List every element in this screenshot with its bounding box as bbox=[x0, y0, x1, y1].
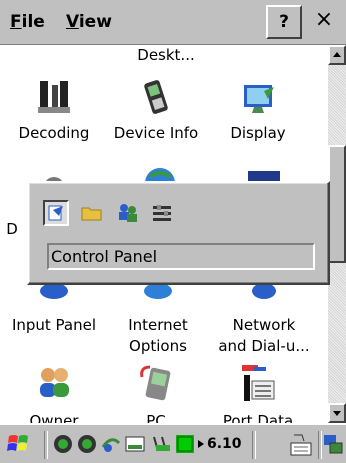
settings-tool[interactable] bbox=[149, 200, 175, 226]
file-menu[interactable]: File bbox=[6, 10, 49, 34]
owner-item[interactable]: Owner bbox=[0, 363, 108, 423]
menu-bar: File View ? × bbox=[0, 0, 346, 45]
decoding-item[interactable]: Decoding bbox=[0, 69, 108, 149]
view-menu-label: iew bbox=[78, 12, 112, 32]
item-label: Internet bbox=[128, 316, 188, 334]
device-info-item[interactable]: Device Info bbox=[102, 69, 210, 149]
input-method-icon[interactable] bbox=[288, 431, 314, 457]
help-button[interactable]: ? bbox=[266, 5, 302, 39]
arrow-down-icon bbox=[333, 411, 341, 416]
port-data-icon bbox=[242, 365, 275, 401]
item-label-line2: and Dial-u... bbox=[218, 337, 310, 355]
item-label: PC bbox=[146, 412, 166, 423]
scroll-thumb[interactable] bbox=[328, 145, 346, 263]
clock[interactable]: 6.10 bbox=[207, 433, 242, 455]
control-panel-icon bbox=[48, 205, 63, 221]
taskbar: 6.10 bbox=[0, 423, 346, 463]
input-panel-icon bbox=[40, 285, 68, 299]
network-status-icon-2[interactable] bbox=[76, 433, 98, 455]
users-tool[interactable] bbox=[115, 200, 141, 226]
start-icon[interactable] bbox=[6, 431, 32, 457]
scroll-down-button[interactable] bbox=[328, 403, 346, 423]
item-label: Deskt... bbox=[137, 46, 195, 64]
triangle-icon bbox=[198, 440, 204, 448]
pc-icon bbox=[140, 365, 171, 401]
taskbar-divider bbox=[252, 431, 256, 459]
desktop-switch-icon[interactable] bbox=[322, 433, 344, 455]
item-label: Input Panel bbox=[11, 316, 97, 334]
navigation-popup: Control Panel bbox=[27, 181, 330, 285]
signal-icon[interactable] bbox=[174, 433, 196, 455]
battery-icon[interactable] bbox=[150, 433, 172, 455]
display-icon bbox=[244, 85, 274, 113]
folder-icon bbox=[81, 207, 102, 221]
item-label: Port Data bbox=[222, 412, 294, 423]
users-icon bbox=[119, 204, 137, 222]
close-button[interactable]: × bbox=[306, 5, 342, 39]
network-status-icon[interactable] bbox=[52, 433, 74, 455]
view-menu-key: V bbox=[66, 12, 79, 32]
internet-options-icon bbox=[144, 285, 172, 299]
decoding-icon bbox=[38, 81, 70, 113]
item-label-line2: Options bbox=[129, 337, 187, 355]
settings-icon bbox=[153, 205, 171, 221]
port-data-item[interactable]: Port Data bbox=[204, 363, 312, 423]
view-menu[interactable]: View bbox=[62, 10, 116, 34]
folder-tool[interactable] bbox=[79, 200, 105, 226]
item-label: Decoding bbox=[18, 124, 90, 142]
arrow-up-icon bbox=[333, 52, 341, 57]
sync-icon[interactable] bbox=[100, 433, 122, 455]
file-menu-key: F bbox=[10, 12, 22, 32]
network-icon bbox=[252, 285, 276, 299]
scroll-up-button[interactable] bbox=[328, 45, 346, 65]
item-label: Owner bbox=[29, 412, 79, 423]
taskbar-divider bbox=[44, 431, 48, 459]
item-label: Device Info bbox=[113, 124, 199, 142]
display-item[interactable]: Display bbox=[204, 69, 312, 149]
pc-item[interactable]: PC bbox=[102, 363, 210, 423]
file-menu-label: ile bbox=[21, 12, 45, 32]
location-label: Control Panel bbox=[47, 243, 315, 270]
owner-icon bbox=[40, 368, 69, 397]
control-panel-tool[interactable] bbox=[43, 200, 69, 226]
vertical-scrollbar[interactable] bbox=[328, 45, 346, 423]
device-info-icon bbox=[144, 80, 168, 114]
item-label: Display bbox=[230, 124, 286, 142]
keyboard-icon[interactable] bbox=[124, 433, 146, 455]
item-label: Network bbox=[232, 316, 296, 334]
